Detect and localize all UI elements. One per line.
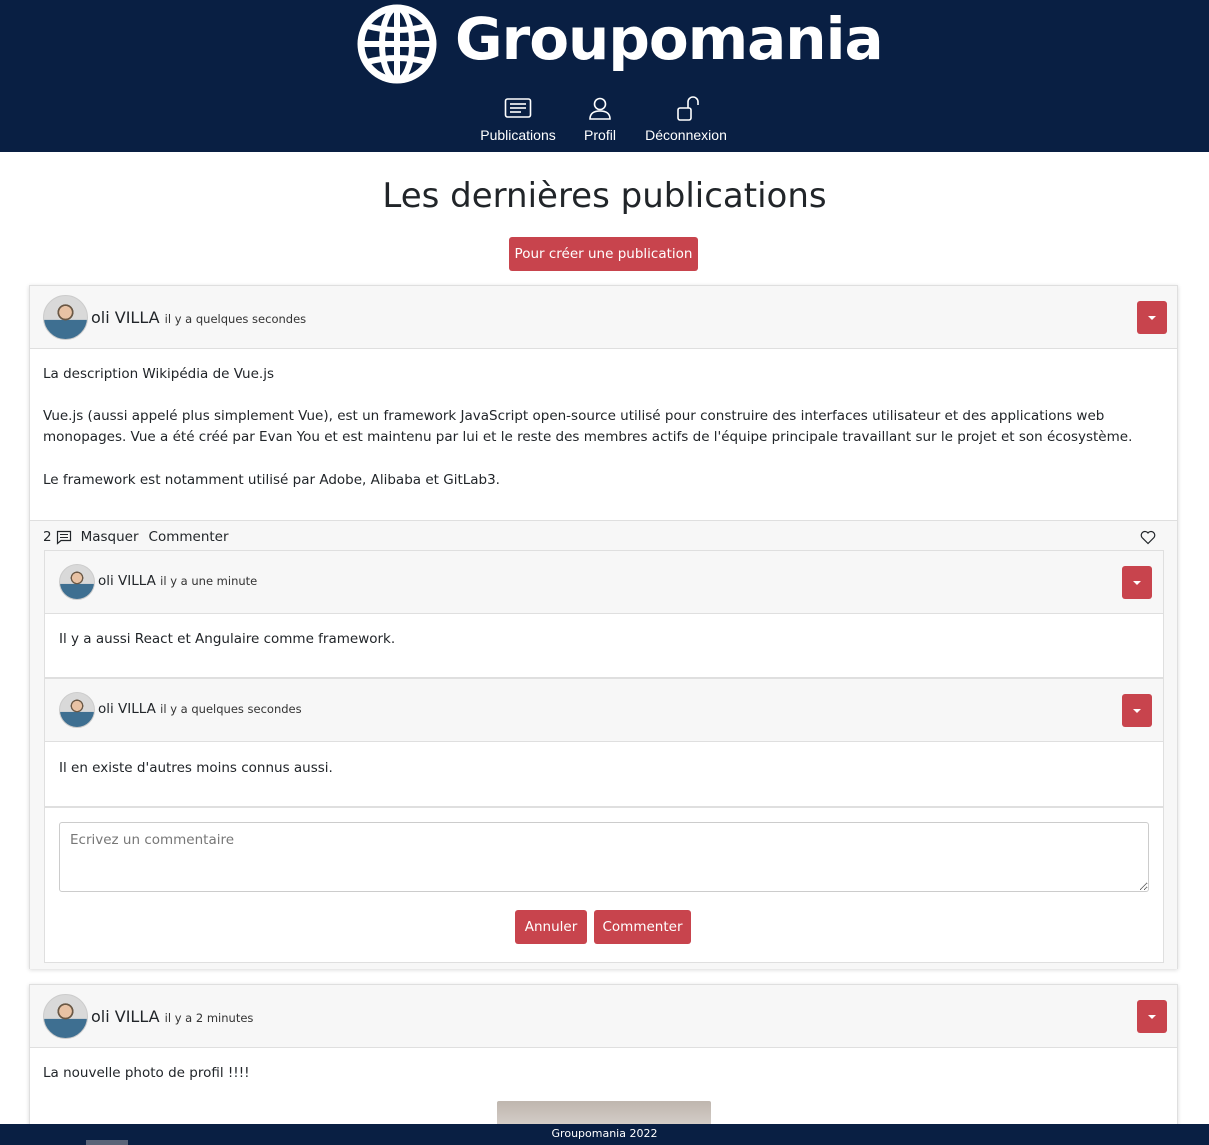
page-title: Les dernières publications bbox=[382, 176, 827, 216]
person-icon bbox=[589, 97, 611, 120]
comment-time: il y a une minute bbox=[160, 574, 258, 588]
post-body-line: Le framework est notamment utilisé par A… bbox=[43, 472, 500, 488]
post-options-button[interactable] bbox=[1137, 301, 1167, 334]
cancel-button[interactable]: Annuler bbox=[515, 910, 587, 944]
site-footer: Groupomania 2022 bbox=[0, 1124, 1209, 1145]
nav-deconnexion-label: Déconnexion bbox=[645, 127, 727, 143]
comment-options-button[interactable] bbox=[1122, 566, 1152, 599]
post-author-name: oli VILLA bbox=[91, 1007, 160, 1026]
post-header: oli VILLA il y a quelques secondes bbox=[30, 286, 1177, 349]
main-nav: Publications Profil Déconnexion bbox=[0, 94, 1209, 146]
caret-down-icon bbox=[1148, 1015, 1156, 1019]
heart-icon[interactable] bbox=[1140, 530, 1156, 545]
post-time: il y a quelques secondes bbox=[164, 312, 307, 326]
footer-text: Groupomania 2022 bbox=[551, 1127, 658, 1140]
horizontal-scrollbar[interactable] bbox=[86, 1140, 128, 1145]
avatar bbox=[43, 994, 88, 1039]
submit-comment-button[interactable]: Commenter bbox=[594, 910, 691, 944]
comment-author: oli VILLA il y a une minute bbox=[98, 573, 257, 589]
nav-publications[interactable]: Publications bbox=[477, 94, 559, 146]
comment-text: Il en existe d'autres moins connus aussi… bbox=[59, 760, 333, 776]
comment-card: oli VILLA il y a quelques secondes Il en… bbox=[44, 678, 1164, 807]
post-card: oli VILLA il y a quelques secondes La de… bbox=[29, 285, 1178, 969]
caret-down-icon bbox=[1133, 709, 1141, 713]
avatar bbox=[43, 295, 88, 340]
comment-count: 2 bbox=[43, 529, 52, 545]
unlock-icon bbox=[677, 96, 699, 121]
post-author-name: oli VILLA bbox=[91, 308, 160, 327]
post-options-button[interactable] bbox=[1137, 1000, 1167, 1033]
post-body-line: La nouvelle photo de profil !!!! bbox=[43, 1065, 250, 1081]
nav-profil[interactable]: Profil bbox=[580, 94, 620, 146]
hide-comments-link[interactable]: Masquer bbox=[81, 529, 139, 545]
avatar bbox=[59, 692, 95, 728]
brand-name: Groupomania bbox=[455, 5, 884, 73]
brand: Groupomania bbox=[0, 0, 1209, 90]
comment-time: il y a quelques secondes bbox=[160, 702, 302, 716]
comment-author-name: oli VILLA bbox=[98, 573, 156, 589]
create-publication-button[interactable]: Pour créer une publication bbox=[509, 237, 698, 271]
nav-profil-label: Profil bbox=[584, 127, 616, 143]
comment-link[interactable]: Commenter bbox=[149, 529, 229, 545]
nav-publications-label: Publications bbox=[480, 127, 556, 143]
comment-header: oli VILLA il y a une minute bbox=[45, 551, 1163, 614]
post-header: oli VILLA il y a 2 minutes bbox=[30, 985, 1177, 1048]
caret-down-icon bbox=[1148, 316, 1156, 320]
globe-icon bbox=[357, 4, 437, 84]
post-footer: 2 Masquer Commenter oli VILLA il y a une… bbox=[30, 520, 1177, 969]
post-author: oli VILLA il y a 2 minutes bbox=[91, 1007, 253, 1026]
comment-input[interactable] bbox=[59, 822, 1149, 892]
post-author: oli VILLA il y a quelques secondes bbox=[91, 308, 306, 327]
post-stats: 2 Masquer Commenter bbox=[43, 529, 229, 545]
comment-text: Il y a aussi React et Angulaire comme fr… bbox=[59, 631, 396, 647]
comment-author-name: oli VILLA bbox=[98, 701, 156, 717]
comment-form: Annuler Commenter bbox=[44, 807, 1164, 963]
avatar bbox=[59, 564, 95, 600]
comment-author: oli VILLA il y a quelques secondes bbox=[98, 701, 302, 717]
post-time: il y a 2 minutes bbox=[164, 1011, 254, 1025]
nav-deconnexion[interactable]: Déconnexion bbox=[642, 94, 730, 146]
site-header: Groupomania Publications Profil Déconnex… bbox=[0, 0, 1209, 152]
caret-down-icon bbox=[1133, 581, 1141, 585]
comment-options-button[interactable] bbox=[1122, 694, 1152, 727]
chat-icon bbox=[56, 530, 71, 545]
newspaper-icon bbox=[504, 98, 532, 118]
post-card: oli VILLA il y a 2 minutes La nouvelle p… bbox=[29, 984, 1178, 1144]
post-body-line: La description Wikipédia de Vue.js bbox=[43, 366, 274, 382]
post-body-paragraph: Vue.js (aussi appelé plus simplement Vue… bbox=[43, 408, 1133, 445]
comment-card: oli VILLA il y a une minute Il y a aussi… bbox=[44, 550, 1164, 678]
comment-header: oli VILLA il y a quelques secondes bbox=[45, 679, 1163, 742]
